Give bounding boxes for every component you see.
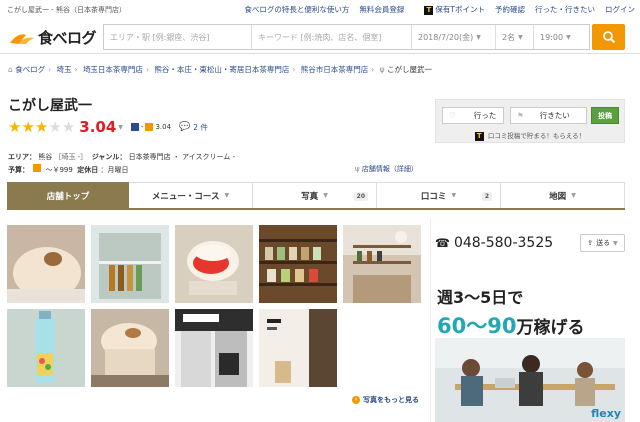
column-divider [430,218,431,422]
star-icon: ★ [21,117,35,136]
photo-thumbnail[interactable] [343,225,421,303]
breadcrumb-item[interactable]: 埼玉 [57,65,72,74]
star-icon: ★ [34,117,49,136]
top-utility-bar: こがし屋武一 - 熊谷（日本茶専門店） 食べログの特長と便利な使い方 無料会員登… [0,0,640,20]
date-select[interactable]: 2018/7/20(金) ▼ [412,25,496,49]
area-search-input[interactable]: エリア・駅 [例:銀座、渋谷] [104,25,252,49]
photo-thumbnail[interactable] [259,309,337,387]
tab-map[interactable]: 地図 ▼ [501,182,625,208]
chevron-down-icon: ▼ [451,192,457,199]
reservation-link[interactable]: 予約確認 [495,4,525,15]
photo-thumbnail[interactable] [259,225,337,303]
heart-icon: ♡ [449,111,456,120]
store-info-link[interactable]: ψ 店舗情報（詳細） [355,164,418,174]
photo-thumbnail[interactable] [91,225,169,303]
phone-number[interactable]: ☎ 048-580-3525 [435,235,553,251]
logo-text: 食べログ [38,29,97,47]
fork-icon: ψ [355,165,360,173]
site-logo[interactable]: 食べログ [8,27,97,48]
home-icon: ⌂ [8,65,13,74]
tpoint-icon: T [474,131,484,141]
chevron-down-icon: ▼ [566,33,571,41]
restaurant-tabs: 店舗トップ メニュー・コース ▼ 写真 ▼ 20 口コミ ▼ 2 地図 ▼ [7,182,625,210]
review-count-badge: 2 [481,192,492,201]
site-header: 食べログ エリア・駅 [例:銀座、渋谷] キーワード [例:焼肉、店名、個室] … [0,20,640,54]
tab-top[interactable]: 店舗トップ [7,182,129,208]
star-empty-icon: ★ [48,117,62,136]
arrow-right-icon: › [352,396,360,404]
login-link[interactable]: ログイン [605,4,635,15]
want-button[interactable]: ⚑ 行きたい [510,107,587,124]
went-button[interactable]: ♡ 行った [442,107,504,124]
chevron-down-icon: ▼ [613,239,618,247]
post-note: T 口コミ投稿で貯まる！もらえる！ [436,130,624,141]
photo-thumbnail[interactable] [175,225,253,303]
night-icon [130,123,139,131]
breadcrumb-item[interactable]: 埼玉日本茶専門店 [83,65,143,74]
budget-row: 予算： ～￥999 定休日 ：月曜日 [8,164,129,174]
photo-count-badge: 20 [353,192,368,201]
photo-thumbnail[interactable] [175,309,253,387]
sub-rating: - 3.04 [129,123,171,131]
genre-link[interactable]: 日本茶専門店 ・ アイスクリーム - [129,153,235,161]
ad-headline: 週3〜5日で [437,288,524,307]
star-icon: ★ [8,117,22,136]
share-icon: ⇪ [587,239,594,247]
rating-row: ★ ★ ★ ★ ★ 3.04 ▼ - 3.04 💬 2 件 [8,118,208,136]
tpoint-link[interactable]: T 保有Tポイント [414,4,485,15]
photo-thumbnail[interactable] [7,225,85,303]
photo-thumbnail[interactable] [7,309,85,387]
more-photos-link[interactable]: › 写真をもっと見る [352,395,419,405]
speech-bubble-icon: 💬 [179,122,191,132]
fork-icon: ψ [379,65,385,74]
logo-icon [10,33,34,44]
breadcrumb-item[interactable]: 熊谷・本庄・東松山・寄居日本茶専門店 [154,65,289,74]
breadcrumb: ⌂ 食べログ › 埼玉 › 埼玉日本茶専門店 › 熊谷・本庄・東松山・寄居日本茶専門店… [8,65,432,74]
rating-stars: ★ ★ ★ ★ ★ [8,117,76,136]
tab-menu[interactable]: メニュー・コース ▼ [129,182,253,208]
tpoint-icon: T [424,5,434,15]
day-icon [33,164,42,172]
people-select[interactable]: 2名 ▼ [496,25,534,49]
action-box: ♡ 行った ⚑ 行きたい 投稿 T 口コミ投稿で貯まる！もらえる！ [435,99,625,143]
rating-score[interactable]: 3.04 [79,118,116,136]
chevron-down-icon: ▼ [571,192,576,199]
search-bar: エリア・駅 [例:銀座、渋谷] キーワード [例:焼肉、店名、個室] 2018/… [103,24,590,50]
ad-banner[interactable]: 週3〜5日で 60〜90万稼げる flexy [435,276,625,422]
ad-brand: flexy [591,407,621,420]
chevron-down-icon: ▼ [118,123,123,131]
search-icon [602,31,615,44]
register-link[interactable]: 無料会員登録 [359,4,404,15]
photo-thumbnail[interactable] [91,309,169,387]
restaurant-name: こがし屋武一 [8,98,92,114]
features-link[interactable]: 食べログの特長と便利な使い方 [244,4,349,15]
search-button[interactable] [592,24,625,50]
page-caption: こがし屋武一 - 熊谷（日本茶専門店） [7,6,126,14]
restaurant-info-row: エリア： 熊谷 ［埼玉 -］ ジャンル： 日本茶専門店 ・ アイスクリーム - [8,153,236,161]
tab-reviews[interactable]: 口コミ ▼ 2 [377,182,501,208]
ad-subheadline: 60〜90万稼げる [437,314,585,338]
chevron-down-icon: ▼ [323,192,328,199]
top-links: 食べログの特長と便利な使い方 無料会員登録 T 保有Tポイント 予約確認 行った・… [234,4,635,15]
breadcrumb-current: こがし屋武一 [386,65,432,74]
breadcrumb-item[interactable]: 熊谷市日本茶専門店 [301,65,369,74]
area-link[interactable]: 熊谷 [38,153,52,161]
day-icon [145,123,154,131]
breadcrumb-item[interactable]: 食べログ [15,65,45,74]
chevron-down-icon: ▼ [518,33,523,41]
time-select[interactable]: 19:00 ▼ [534,25,589,49]
phone-icon: ☎ [435,236,450,250]
chevron-down-icon: ▼ [224,192,230,199]
post-button[interactable]: 投稿 [591,107,619,124]
share-button[interactable]: ⇪ 送る ▼ [580,234,625,252]
went-want-link[interactable]: 行った・行きたい [535,4,595,15]
review-count-link[interactable]: 💬 2 件 [179,122,208,133]
keyword-search-input[interactable]: キーワード [例:焼肉、店名、個室] [252,25,412,49]
star-empty-icon: ★ [61,117,76,136]
tab-photos[interactable]: 写真 ▼ 20 [253,182,377,208]
chevron-down-icon: ▼ [476,33,481,41]
bookmark-icon: ⚑ [517,111,524,120]
